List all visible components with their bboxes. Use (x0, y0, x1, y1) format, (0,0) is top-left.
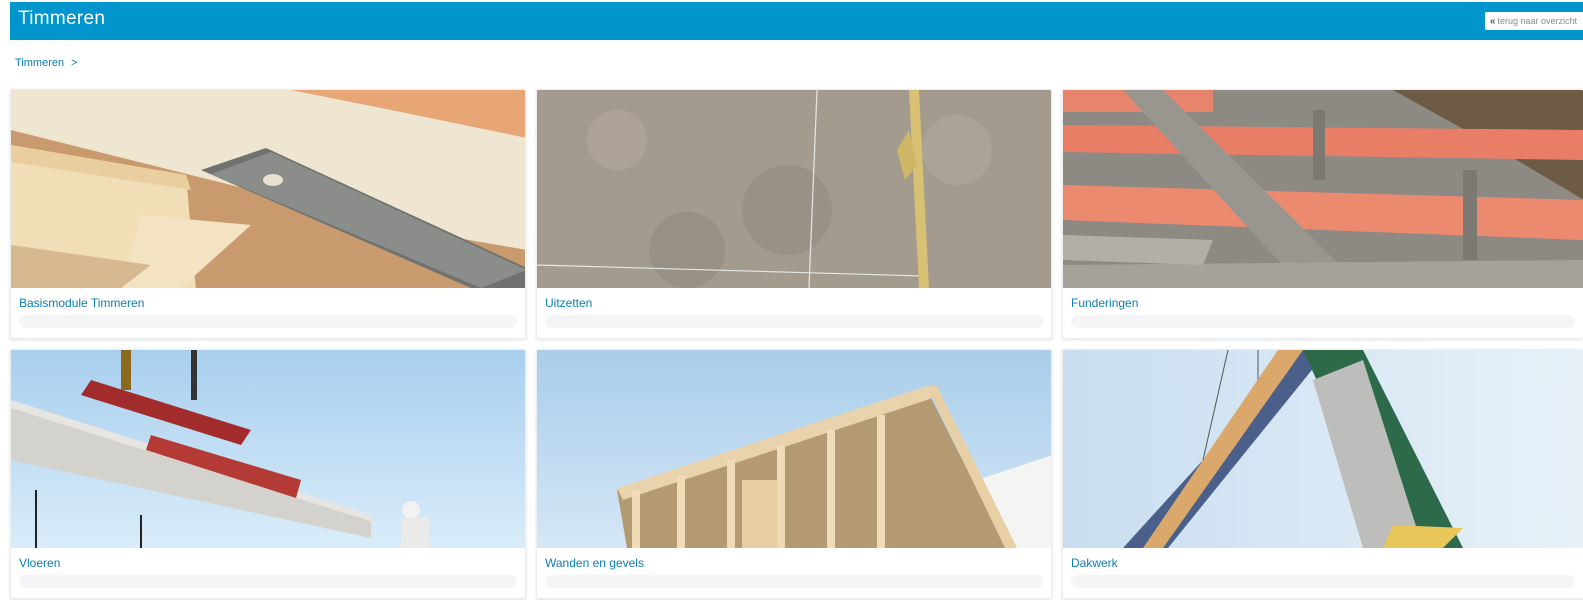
breadcrumb: Timmeren > (15, 57, 78, 69)
module-card-wanden-en-gevels[interactable]: Wanden en gevels (536, 349, 1052, 599)
page-title: Timmeren (18, 8, 106, 29)
back-button-label: terug naar overzicht (1497, 16, 1577, 26)
module-title[interactable]: Vloeren (19, 556, 60, 570)
module-card-funderingen[interactable]: Funderingen (1062, 89, 1583, 339)
module-image-crane-lifting-floor-slab[interactable] (11, 350, 525, 548)
module-image-roof-element-lifted[interactable] (1063, 350, 1583, 548)
progress-bar (19, 315, 517, 328)
page-header: Timmeren «terug naar overzicht (10, 2, 1583, 40)
module-card-dakwerk[interactable]: Dakwerk (1062, 349, 1583, 599)
module-title[interactable]: Wanden en gevels (545, 556, 644, 570)
module-image-wood-and-saw[interactable] (11, 90, 525, 288)
module-title[interactable]: Basismodule Timmeren (19, 296, 144, 310)
progress-bar (1071, 575, 1575, 588)
progress-bar (19, 575, 517, 588)
double-chevron-left-icon: « (1489, 16, 1496, 27)
module-card-basismodule-timmeren[interactable]: Basismodule Timmeren (10, 89, 526, 339)
module-image-foundation-formwork[interactable] (1063, 90, 1583, 288)
back-to-overview-button[interactable]: «terug naar overzicht (1484, 12, 1583, 30)
module-card-uitzetten[interactable]: Uitzetten (536, 89, 1052, 339)
module-title[interactable]: Uitzetten (545, 296, 592, 310)
breadcrumb-item-timmeren[interactable]: Timmeren (15, 57, 64, 69)
progress-bar (545, 315, 1043, 328)
module-image-timber-frame-wall[interactable] (537, 350, 1051, 548)
module-title[interactable]: Funderingen (1071, 296, 1138, 310)
progress-bar (1071, 315, 1575, 328)
chevron-right-icon: > (71, 57, 78, 69)
progress-bar (545, 575, 1043, 588)
module-image-sand-with-string-lines[interactable] (537, 90, 1051, 288)
module-title[interactable]: Dakwerk (1071, 556, 1118, 570)
module-card-vloeren[interactable]: Vloeren (10, 349, 526, 599)
